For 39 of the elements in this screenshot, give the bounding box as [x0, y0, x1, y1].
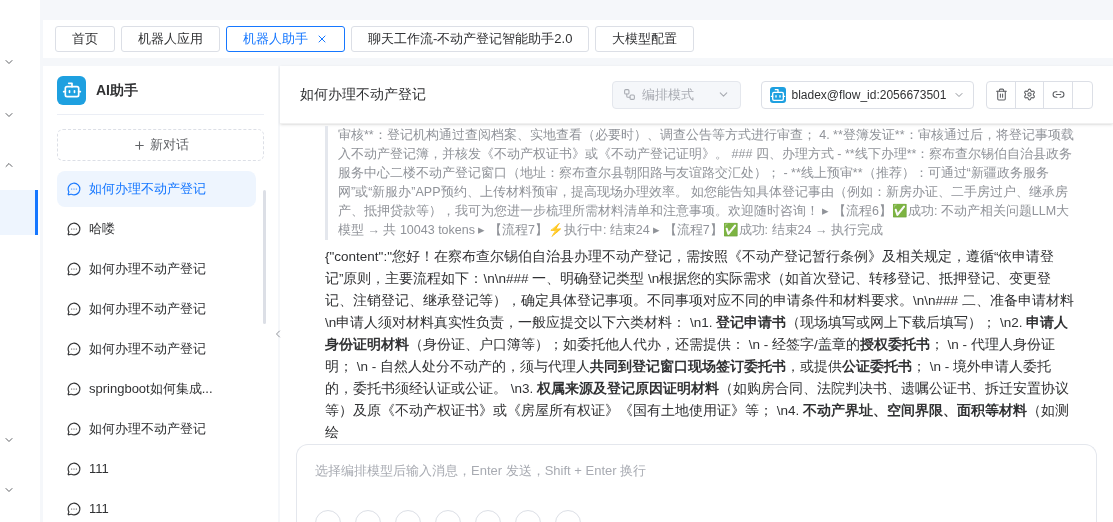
trash-glyph-icon: [994, 88, 1008, 101]
chat-bubble-icon: [67, 381, 81, 396]
new-chat-button[interactable]: 新对话: [57, 129, 264, 161]
scrollbar[interactable]: [263, 190, 266, 324]
workflow-icon: [623, 88, 636, 101]
chat-bubble-icon: [67, 221, 81, 236]
page-tab[interactable]: 机器人助手: [226, 26, 345, 52]
chat-bubble-icon: [67, 261, 81, 276]
robot-icon: [769, 86, 786, 103]
conversation-item[interactable]: 如何办理不动产登记: [57, 170, 256, 207]
execution-log: 审核**：登记机构通过查阅档案、实地查看（必要时）、调查公告等方式进行审查； 4. **登簿发证**：审核通过后，将登记事项载入不动产登记簿，并核发《不动产权证书》或《不动产登记证明》。 ### 四、办理方式 - **线下办理**：察布查尔锡伯自治县政务服务中心二楼不动产登记窗口（地址：察布查尔县朝阳路与友谊路交汇处）； - **线上预审**（推荐）：可通过“新疆政务服务网”或“新服办”APP预约、上传材料预审，提高现场办理效率。 如您能告知具体登记事由（例如：新房办证、二手房过户、继承房产、抵押贷款等），我可为您进一步梳理所需材料清单和注意事项。欢迎随时咨询！ ▸ 【流程6】✅成功: 不动产相关问题LLM大模型 → 共 10043 tokens ▸ 【流程7】⚡执行中: 结束24 ▸ 【流程7】✅成功: 结束24 → 执行完成: [325, 126, 1077, 240]
page-tab[interactable]: 聊天工作流-不动产登记智能助手2.0: [351, 26, 590, 52]
conversation-item[interactable]: 111: [57, 450, 256, 487]
active-menu-highlight: [0, 190, 38, 235]
chat-bubble-icon: [67, 181, 81, 196]
conversation-item[interactable]: 如何办理不动产登记: [57, 330, 256, 367]
plus-icon: [132, 138, 146, 152]
model-select[interactable]: bladex@flow_id:2056673501: [760, 80, 975, 109]
conversation-item[interactable]: 111: [57, 490, 256, 522]
chat-bubble-icon: [67, 341, 81, 356]
page-tab[interactable]: 首页: [55, 26, 115, 52]
conversation-item[interactable]: 哈喽: [57, 210, 256, 247]
assistant-title: AI助手: [96, 80, 138, 100]
answer-text: {"content":"您好！在察布查尔锡伯自治县办理不动产登记，需按照《不动产登记暂行条例》及相关规定，遵循“依申请登记”原则，主要流程如下：\n\n### 一、明确登记类型 \n根据您的实际需求（如首次登记、转移登记、抵押登记、变更登记、注销登记、继承登记等），确定具体登记事项。不同事项对应不同的申请条件和材料要求。\n\n### 二、准备申请材料 \n申请人须对材料真实性负责，一般应提交以下六类材料： \n1. 登记申请书（现场填写或网上下载后填写）； \n2. 申请人身份证明材料（身份证、户口簿等）；如委托他人代办，还需提供： \n - 经签字/盖章的授权委托书； \n - 代理人身份证明； \n - 自然人处分不动产的，须与代理人共同到登记窗口现场签订委托书，或提供公证委托书； \n - 境外申请人委托的，委托书须经认证或公证。 \n3. 权属来源及登记原因证明材料（如购房合同、法院判决书、遗嘱公证书、拆迁安置协议等）及原《不动产权证书》或《房屋所有权证》《国有土地使用证》等； \n4. 不动产界址、空间界限、面积等材料（如测绘: [325, 248, 1075, 442]
gear-glyph-icon: [1023, 88, 1037, 101]
chat-bubble-icon: [67, 461, 81, 476]
conversation-item[interactable]: 如何办理不动产登记: [57, 290, 256, 327]
chat-title: 如何办理不动产登记: [300, 85, 426, 104]
link-glyph-icon: [1051, 88, 1065, 101]
conversation-item[interactable]: springboot如何集成...: [57, 370, 256, 407]
chat-bubble-icon: [67, 421, 81, 436]
chat-bubble-icon: [67, 301, 81, 316]
robot-face-icon: [61, 80, 82, 101]
close-icon[interactable]: [316, 33, 328, 45]
chat-bubble-icon: [67, 501, 81, 516]
conversation-item[interactable]: 如何办理不动产登记: [57, 410, 256, 447]
page-tab[interactable]: 机器人应用: [121, 26, 220, 52]
page-tab[interactable]: 大模型配置: [595, 26, 695, 52]
conversation-item[interactable]: 如何办理不动产登记: [57, 250, 256, 287]
